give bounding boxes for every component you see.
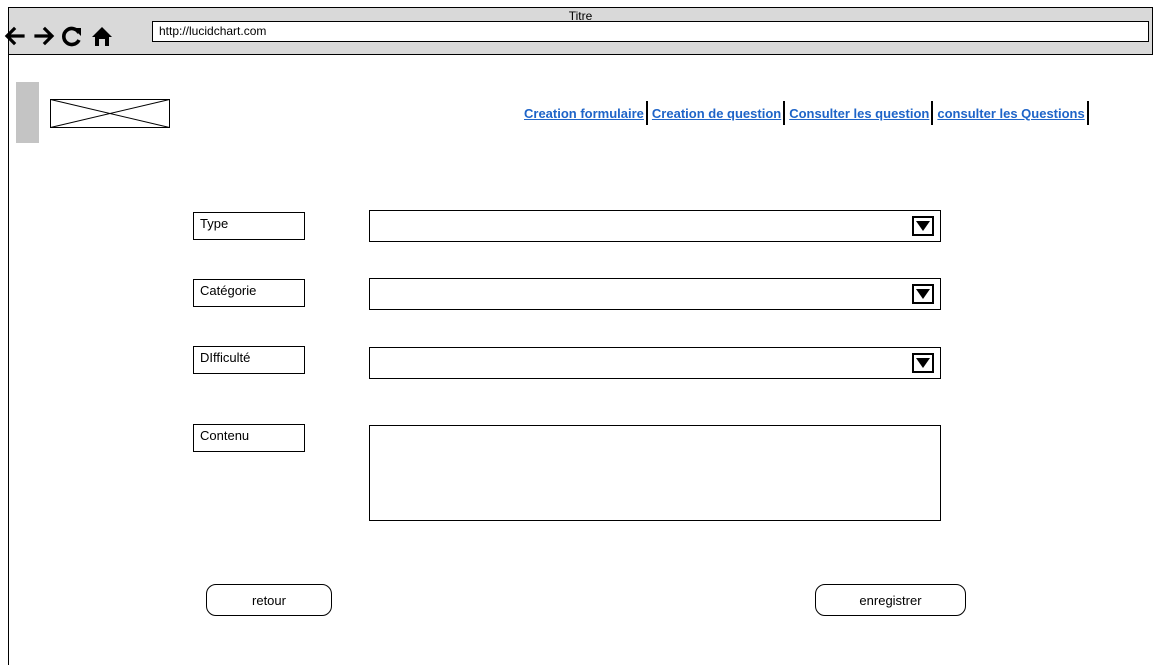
nav-link-consulter-questions[interactable]: consulter les Questions — [933, 106, 1086, 121]
type-select[interactable] — [369, 210, 941, 242]
home-icon[interactable] — [90, 24, 114, 48]
contenu-textarea[interactable] — [369, 425, 941, 521]
reload-icon[interactable] — [60, 24, 84, 48]
save-button[interactable]: enregistrer — [815, 584, 966, 616]
type-label: Type — [193, 212, 305, 240]
nav-link-consulter-question[interactable]: Consulter les question — [785, 106, 931, 121]
sidebar-scrollbar[interactable] — [16, 82, 39, 143]
difficulte-label: DIfficulté — [193, 346, 305, 374]
back-button[interactable]: retour — [206, 584, 332, 616]
difficulte-select[interactable] — [369, 347, 941, 379]
contenu-label: Contenu — [193, 424, 305, 452]
top-navigation: Creation formulaire Creation de question… — [520, 100, 1089, 126]
image-placeholder-icon — [50, 99, 170, 128]
page-border — [8, 55, 9, 665]
nav-link-creation-formulaire[interactable]: Creation formulaire — [520, 106, 646, 121]
chevron-down-icon[interactable] — [912, 216, 934, 236]
url-bar[interactable]: http://lucidchart.com — [152, 21, 1149, 42]
categorie-label: Catégorie — [193, 279, 305, 307]
nav-separator — [1086, 101, 1089, 125]
chevron-down-icon[interactable] — [912, 284, 934, 304]
forward-arrow-icon[interactable] — [32, 24, 56, 48]
chevron-down-icon[interactable] — [912, 353, 934, 373]
categorie-select[interactable] — [369, 278, 941, 310]
nav-link-creation-question[interactable]: Creation de question — [648, 106, 783, 121]
back-arrow-icon[interactable] — [3, 24, 27, 48]
